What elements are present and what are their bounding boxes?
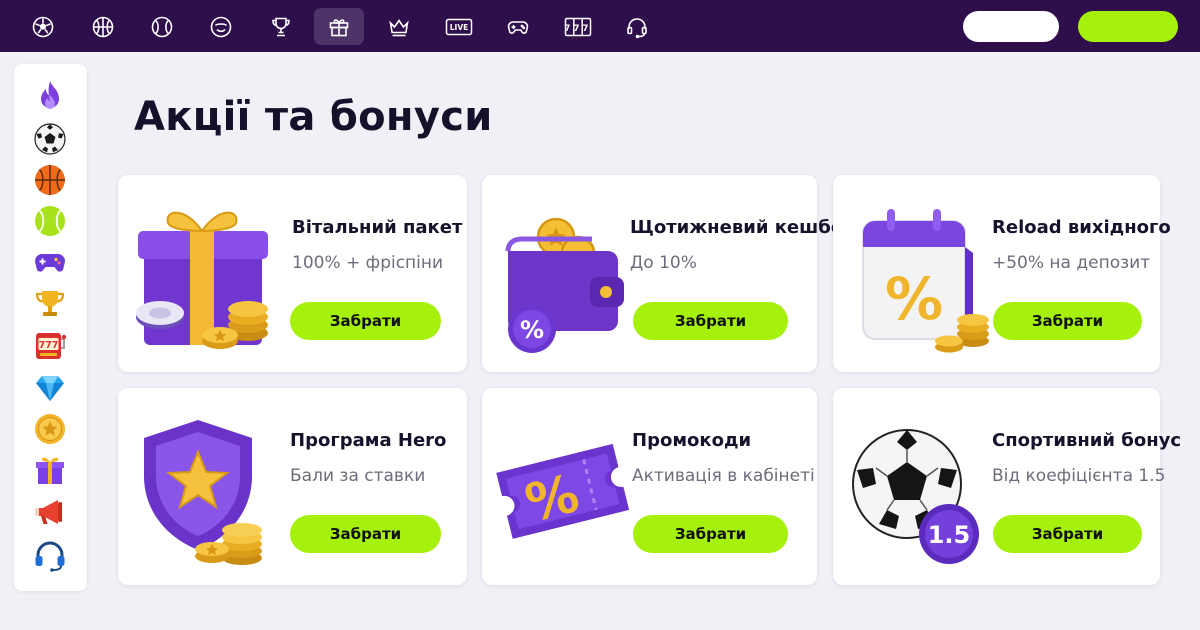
promo-title: Програма Hero [290,430,447,451]
promo-subtitle: +50% на депозит [992,253,1151,273]
claim-button[interactable]: Забрати [290,302,441,340]
promo-subtitle: 100% + фріспіни [292,253,444,273]
claim-button[interactable]: Забрати [993,515,1142,553]
promo-subtitle: До 10% [630,253,697,273]
promo-card-welcome: Вітальний пакет 100% + фріспіни Забрати [118,175,467,372]
gift-box-coins-icon [130,193,280,353]
promo-card-sport: 1.5 Спортивний бонус Від коефіцієнта 1.5… [833,388,1181,585]
promo-title: Спортивний бонус [992,430,1182,451]
claim-button[interactable]: Забрати [993,302,1142,340]
headset-icon[interactable] [32,538,68,574]
promo-title: Щотижневий кешбек [630,217,856,238]
login-button[interactable] [963,11,1059,42]
promo-subtitle: Бали за ставки [290,466,426,486]
slot-machine-icon[interactable]: 777 [32,327,68,363]
promo-card-promocodes: % Промокоди Активація в кабінеті Забрати [482,388,817,585]
gift-icon[interactable] [32,452,68,488]
fire-icon[interactable] [32,78,68,114]
promo-title: Вітальний пакет [292,217,463,238]
claim-button[interactable]: Забрати [290,515,441,553]
promo-subtitle: Активація в кабінеті [632,466,815,486]
ticket-percent-icon: % [494,406,644,566]
calendar-percent-icon: % [845,193,995,353]
megaphone-icon[interactable] [32,494,68,530]
gamepad-icon[interactable] [32,244,68,280]
promo-card-cashback: % Щотижневий кешбек До 10% Забрати [482,175,855,372]
live-icon[interactable]: LIVE [434,8,484,45]
wallet-coins-icon: % [494,193,644,353]
trophy-icon[interactable] [32,286,68,322]
diamond-icon[interactable] [32,370,68,406]
svg-text:%: % [520,316,544,344]
basketball-icon[interactable] [32,162,68,198]
claim-button[interactable]: Забрати [633,302,788,340]
svg-text:1.5: 1.5 [928,521,971,549]
football-icon[interactable] [32,121,68,157]
promo-title: Промокоди [632,430,752,451]
svg-text:%: % [885,265,943,333]
gift-icon[interactable] [314,8,364,45]
promo-subtitle: Від коефіцієнта 1.5 [992,466,1166,486]
smiley-icon[interactable] [196,8,246,45]
svg-text:LIVE: LIVE [450,23,469,32]
crown-icon[interactable] [374,8,424,45]
sidebar: 777 [14,64,87,591]
page-title: Акції та бонуси [134,94,493,140]
tennis-icon[interactable] [137,8,187,45]
star-coin-icon[interactable] [32,411,68,447]
svg-text:777: 777 [39,340,59,351]
tennis-ball-icon[interactable] [32,203,68,239]
promo-title: Reload вихідного [992,217,1171,238]
basketball-icon[interactable] [78,8,128,45]
claim-button[interactable]: Забрати [633,515,788,553]
football-icon[interactable] [18,8,68,45]
svg-text:777: 777 [564,23,591,33]
promo-card-hero: Програма Hero Бали за ставки Забрати [118,388,467,585]
top-navigation-bar: LIVE 777 [0,0,1200,52]
football-odds-icon: 1.5 [845,406,995,566]
headset-support-icon[interactable] [612,8,662,45]
promo-card-reload: % Reload вихідного +50% на депозит Забра… [833,175,1171,372]
gamepad-icon[interactable] [493,8,543,45]
trophy-icon[interactable] [256,8,306,45]
shield-star-icon [130,406,280,566]
register-button[interactable] [1078,11,1178,42]
slots-777-icon[interactable]: 777 [553,8,603,45]
